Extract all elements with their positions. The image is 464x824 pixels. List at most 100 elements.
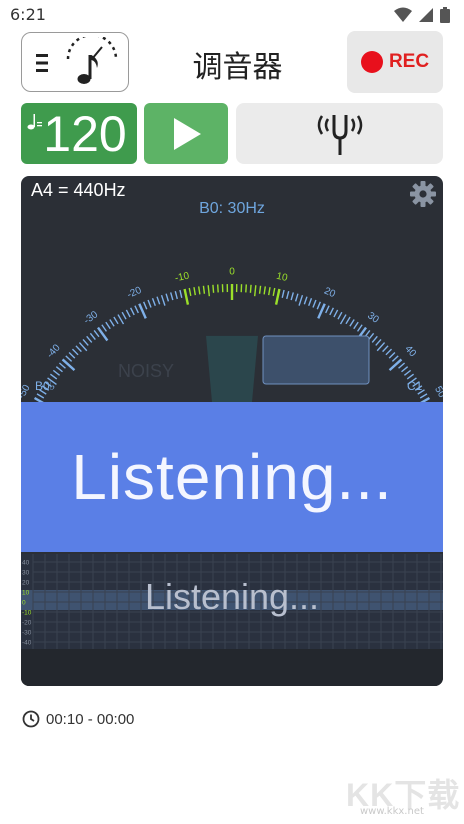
meter-tick xyxy=(382,345,389,353)
listening-status: Listening... xyxy=(71,441,393,513)
meter-tick xyxy=(329,307,335,316)
meter-tick xyxy=(121,311,127,320)
meter-tick xyxy=(325,305,330,314)
graph-listening-status: Listening... xyxy=(144,576,320,617)
meter-tick xyxy=(339,314,347,325)
meter-scale-label: 10 xyxy=(275,271,289,284)
meter-tick xyxy=(93,329,100,338)
meter-tick xyxy=(376,342,386,352)
metronome-icon xyxy=(66,37,118,84)
meter-tick xyxy=(68,351,76,359)
meter-tick xyxy=(188,287,192,297)
meter-scale-label: -30 xyxy=(82,309,101,327)
meter-tick xyxy=(263,286,266,295)
meter-tick xyxy=(101,324,108,332)
meter-tick xyxy=(388,351,396,359)
meter-tick xyxy=(308,298,313,307)
top-bar: 调音器 REC xyxy=(0,30,464,100)
meter-tick xyxy=(82,338,89,346)
meter-tick xyxy=(198,286,201,295)
metronome-menu-button[interactable] xyxy=(21,32,129,92)
meter-tick xyxy=(151,298,156,307)
tuner-bottom-strip xyxy=(21,649,443,686)
meter-tick xyxy=(71,348,79,356)
page-title: 调音器 xyxy=(192,50,283,85)
meter-tick xyxy=(86,335,93,343)
graph-axis-label: -30 xyxy=(22,630,32,637)
meter-tick xyxy=(134,305,139,314)
in-tune-zone xyxy=(205,335,259,402)
wifi-icon xyxy=(394,7,412,22)
meter-tick xyxy=(274,288,281,305)
meter-tick xyxy=(272,287,276,297)
meter-tick xyxy=(356,324,363,332)
meter-tick xyxy=(249,284,252,293)
status-time: 6:21 xyxy=(10,5,46,24)
meter-tick xyxy=(52,369,61,376)
meter-tick xyxy=(267,287,271,296)
list-icon xyxy=(36,54,48,72)
meter-tick xyxy=(298,294,304,306)
controls-row: 120 xyxy=(0,103,464,165)
signal-icon xyxy=(419,8,433,22)
meter-tick xyxy=(349,319,355,327)
pitch-history-graph: 40 30 20 10 0 -10 -20 -30 -40 Listening... xyxy=(21,554,443,649)
meter-tick xyxy=(117,314,125,325)
meter-tick xyxy=(290,292,294,301)
tuning-fork-button[interactable] xyxy=(236,103,443,164)
meter-scale-label: -40 xyxy=(45,342,63,360)
meter-tick xyxy=(55,366,63,373)
graph-axis-label: -20 xyxy=(22,620,32,627)
meter-tick xyxy=(179,289,183,298)
meter-scale-label: -50 xyxy=(21,383,33,401)
meter-tick xyxy=(316,301,321,310)
meter-tick xyxy=(36,393,45,399)
tempo-value: 120 xyxy=(43,106,127,162)
meter-tick xyxy=(312,299,317,308)
meter-tick xyxy=(75,345,82,353)
status-icons xyxy=(394,7,450,23)
graph-axis-label: 40 xyxy=(22,560,30,567)
meter-tick xyxy=(245,284,248,293)
meter-tick xyxy=(403,369,412,376)
graph-axis-label: -40 xyxy=(22,640,32,647)
record-button[interactable]: REC xyxy=(347,31,443,93)
tuner-panel: -50 -40 -30 -20 -10 0 10 20 30 40 50 B0♭ C1 NOISY A4 … xyxy=(21,176,443,686)
meter-tick xyxy=(212,284,215,293)
meter-tick xyxy=(143,301,148,310)
meter-scale-label: 30 xyxy=(365,310,381,326)
right-note-label: C1 xyxy=(407,379,423,393)
meter-tick xyxy=(385,348,393,356)
meter-tick xyxy=(109,319,115,327)
meter-scale-label: 50 xyxy=(432,385,443,401)
meter-tick xyxy=(398,362,406,369)
meter-tick xyxy=(286,290,290,300)
meter-tick xyxy=(65,355,73,362)
meter-scale-label: 40 xyxy=(402,344,418,360)
left-note-label: B0♭ xyxy=(35,379,55,393)
meter-scale-label: 20 xyxy=(322,286,337,301)
tempo-button[interactable]: 120 xyxy=(21,103,137,164)
meter-tick xyxy=(156,296,161,305)
listening-banner: Listening... xyxy=(21,402,443,552)
status-bar: 6:21 xyxy=(0,0,464,30)
noise-indicator: NOISY xyxy=(118,361,174,381)
record-dot-icon xyxy=(360,51,383,73)
reference-pitch[interactable]: A4 = 440Hz xyxy=(31,180,126,201)
meter-tick xyxy=(174,290,178,300)
meter-tick xyxy=(165,293,170,302)
meter-tick xyxy=(281,289,285,298)
meter-tick xyxy=(388,358,403,372)
meter-tick xyxy=(160,294,166,306)
meter-tick xyxy=(401,366,409,373)
recording-time: 00:10 - 00:00 xyxy=(22,710,134,728)
meter-tick xyxy=(391,355,399,362)
meter-tick xyxy=(78,342,88,352)
clock-icon xyxy=(22,710,40,728)
meter-tick xyxy=(193,287,197,296)
meter-tick xyxy=(125,309,131,318)
meter-tick xyxy=(207,285,211,297)
meter-tick xyxy=(294,293,299,302)
meter-tick xyxy=(353,321,359,330)
play-button[interactable] xyxy=(144,103,228,164)
